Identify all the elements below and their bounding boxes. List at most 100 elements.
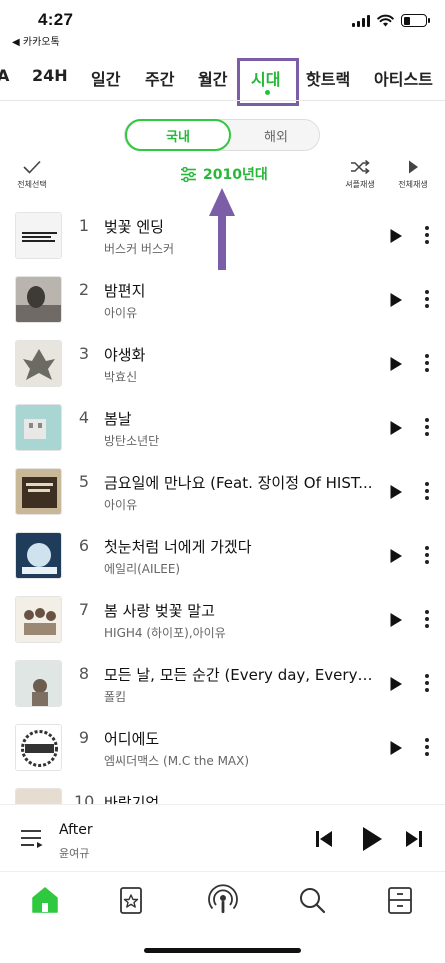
play-all-label: 전체재생: [398, 180, 428, 189]
album-art: [15, 788, 62, 804]
play-icon[interactable]: [389, 484, 403, 500]
song-artist[interactable]: 버스커 버스커: [104, 240, 376, 257]
more-options-icon[interactable]: [424, 546, 430, 566]
song-title[interactable]: 야생화: [104, 344, 376, 365]
tab-daily[interactable]: 일간: [91, 66, 120, 90]
album-art: [15, 596, 62, 643]
more-options-icon[interactable]: [424, 418, 430, 438]
song-title[interactable]: 밤편지: [104, 280, 376, 301]
now-playing-title[interactable]: After: [59, 822, 93, 838]
song-rank: 3: [78, 344, 90, 363]
song-title[interactable]: 모든 날, 모든 순간 (Every day, Every M...: [104, 664, 376, 685]
song-list: 1 벚꽃 엔딩 버스커 버스커 2 밤편지 아이유 3 야생화 박효신 4 봄날: [0, 204, 445, 804]
song-rank: 5: [78, 472, 90, 491]
song-row[interactable]: 8 모든 날, 모든 순간 (Every day, Every M... 폴킴: [0, 652, 445, 716]
select-all-button[interactable]: 전체선택: [12, 159, 52, 190]
song-row[interactable]: 6 첫눈처럼 너에게 가겠다 에일리(AILEE): [0, 524, 445, 588]
song-title[interactable]: 벚꽃 엔딩: [104, 216, 376, 237]
song-title[interactable]: 봄날: [104, 408, 376, 429]
tab-monthly[interactable]: 월간: [198, 66, 227, 90]
song-artist[interactable]: 에일리(AILEE): [104, 560, 376, 577]
more-options-icon[interactable]: [424, 738, 430, 758]
album-art: [15, 468, 62, 515]
more-options-icon[interactable]: [424, 354, 430, 374]
song-row[interactable]: 7 봄 사랑 벚꽃 말고 HIGH4 (하이포),아이유: [0, 588, 445, 652]
song-rank: 7: [78, 600, 90, 619]
song-artist[interactable]: 박효신: [104, 368, 376, 385]
annotation-highlight-box: [237, 58, 299, 106]
song-row[interactable]: 2 밤편지 아이유: [0, 268, 445, 332]
more-options-icon[interactable]: [424, 674, 430, 694]
song-rank: 1: [78, 216, 90, 235]
more-options-icon[interactable]: [424, 610, 430, 630]
home-indicator[interactable]: [144, 948, 301, 953]
tab-a[interactable]: A: [0, 66, 9, 85]
song-row[interactable]: 5 금요일에 만나요 (Feat. 장이정 Of HIST... 아이유: [0, 460, 445, 524]
song-rank: 6: [78, 536, 90, 555]
song-artist[interactable]: HIGH4 (하이포),아이유: [104, 624, 376, 641]
more-options-icon[interactable]: [424, 226, 430, 246]
back-to-kakaotalk[interactable]: ◀ 카카오톡: [12, 33, 60, 48]
play-icon: [409, 160, 418, 174]
toggle-domestic[interactable]: 국내: [125, 119, 231, 151]
next-track-icon[interactable]: [404, 829, 424, 849]
play-icon[interactable]: [360, 825, 384, 853]
song-title[interactable]: 어디에도: [104, 728, 376, 749]
tab-divider: [0, 100, 445, 101]
chart-tabs: A 24H 일간 주간 월간 시대 핫트랙 아티스트: [0, 56, 445, 100]
song-rank: 8: [78, 664, 90, 683]
tab-artist[interactable]: 아티스트: [374, 66, 433, 90]
song-artist[interactable]: 엠씨더맥스 (M.C the MAX): [104, 752, 376, 769]
play-icon[interactable]: [389, 612, 403, 628]
play-all-button[interactable]: 전체재생: [393, 159, 433, 190]
song-row[interactable]: 1 벚꽃 엔딩 버스커 버스커: [0, 204, 445, 268]
era-filter-button[interactable]: 2010년대: [180, 164, 268, 184]
song-row[interactable]: 3 야생화 박효신: [0, 332, 445, 396]
check-icon: [23, 160, 41, 174]
album-art: [15, 340, 62, 387]
play-icon[interactable]: [389, 676, 403, 692]
song-row[interactable]: 9 어디에도 엠씨더맥스 (M.C the MAX): [0, 716, 445, 780]
album-art: [15, 276, 62, 323]
play-icon[interactable]: [389, 548, 403, 564]
song-rank: 10: [74, 792, 95, 804]
shuffle-play-button[interactable]: 셔플재생: [340, 159, 380, 190]
music-card-icon[interactable]: [115, 884, 147, 916]
song-title[interactable]: 바람기억: [104, 792, 376, 804]
now-playing-artist[interactable]: 윤여규: [59, 845, 89, 861]
play-icon[interactable]: [389, 292, 403, 308]
podcast-icon[interactable]: [207, 884, 239, 916]
play-icon[interactable]: [389, 356, 403, 372]
more-options-icon[interactable]: [424, 482, 430, 502]
song-rank: 2: [78, 280, 90, 299]
tab-hottrack[interactable]: 핫트랙: [306, 66, 350, 90]
tab-weekly[interactable]: 주간: [145, 66, 174, 90]
song-title[interactable]: 첫눈처럼 너에게 가겠다: [104, 536, 376, 557]
album-art: [15, 404, 62, 451]
play-icon[interactable]: [389, 740, 403, 756]
song-title[interactable]: 금요일에 만나요 (Feat. 장이정 Of HIST...: [104, 472, 376, 493]
playlist-icon[interactable]: [20, 829, 44, 849]
home-icon[interactable]: [29, 884, 61, 916]
bottom-navigation: [0, 871, 445, 927]
tab-24h[interactable]: 24H: [32, 66, 68, 85]
mini-player[interactable]: After 윤여규: [0, 804, 445, 870]
previous-track-icon[interactable]: [314, 829, 334, 849]
toggle-foreign[interactable]: 해외: [232, 119, 320, 151]
signal-icon: [352, 14, 370, 27]
filter-sliders-icon: [181, 166, 196, 182]
storage-box-icon[interactable]: [384, 884, 416, 916]
song-artist[interactable]: 방탄소년단: [104, 432, 376, 449]
song-title[interactable]: 봄 사랑 벚꽃 말고: [104, 600, 376, 621]
play-icon[interactable]: [389, 228, 403, 244]
play-icon[interactable]: [389, 420, 403, 436]
song-row[interactable]: 4 봄날 방탄소년단: [0, 396, 445, 460]
song-row[interactable]: 10 바람기억: [0, 780, 445, 804]
search-icon[interactable]: [296, 884, 328, 916]
song-artist[interactable]: 아이유: [104, 496, 376, 513]
song-artist[interactable]: 폴킴: [104, 688, 376, 705]
song-artist[interactable]: 아이유: [104, 304, 376, 321]
shuffle-icon: [351, 159, 370, 175]
more-options-icon[interactable]: [424, 290, 430, 310]
battery-icon: [401, 14, 430, 27]
